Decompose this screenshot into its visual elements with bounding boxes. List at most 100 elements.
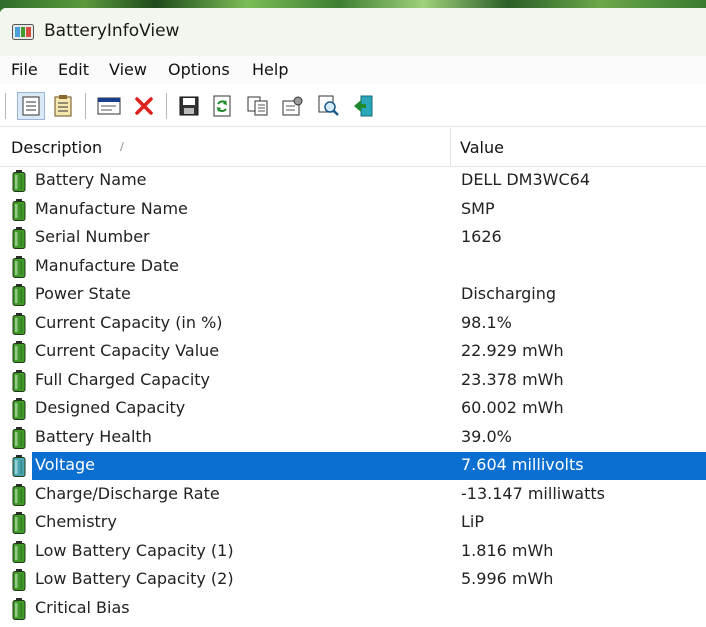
row-value: 7.604 millivolts xyxy=(461,455,584,474)
list-row[interactable]: Battery Name DELL DM3WC64 xyxy=(0,167,706,195)
battery-icon xyxy=(12,426,26,449)
row-value: 39.0% xyxy=(461,426,512,446)
list-row[interactable]: Serial Number 1626 xyxy=(0,224,706,252)
battery-icon xyxy=(12,569,26,591)
list-row[interactable]: Full Charged Capacity 23.378 mWh xyxy=(0,367,706,395)
row-value: 60.002 mWh xyxy=(461,398,564,417)
menu-options[interactable]: Options xyxy=(168,60,230,79)
list-row[interactable]: Low Battery Capacity (1) 1.816 mWh xyxy=(0,538,706,566)
menu-view[interactable]: View xyxy=(109,60,147,79)
battery-app-icon xyxy=(12,24,34,40)
copy-icon xyxy=(247,96,268,116)
toolbar-separator xyxy=(166,93,167,119)
find-button[interactable] xyxy=(315,92,343,120)
battery-icon xyxy=(12,312,26,335)
delete-button[interactable] xyxy=(130,92,158,120)
row-value: 1.816 mWh xyxy=(461,540,554,560)
battery-icon xyxy=(12,255,26,278)
row-value: 5.996 mWh xyxy=(461,569,554,588)
list-header: Description ∕ Value xyxy=(0,128,706,167)
list-row[interactable]: Designed Capacity 60.002 mWh xyxy=(0,395,706,423)
list-row[interactable]: Voltage 7.604 millivolts xyxy=(0,452,706,480)
sort-ascending-icon: ∕ xyxy=(120,140,124,153)
properties-button[interactable] xyxy=(95,92,123,120)
row-value: 1626 xyxy=(461,227,502,246)
row-value: 98.1% xyxy=(461,312,512,332)
refresh-button[interactable] xyxy=(208,92,236,120)
row-description: Designed Capacity xyxy=(35,398,186,417)
row-value: 23.378 mWh xyxy=(461,369,564,389)
battery-icon xyxy=(12,597,26,620)
list-row[interactable]: Manufacture Date xyxy=(0,253,706,281)
details-view-icon xyxy=(22,96,40,116)
row-description: Low Battery Capacity (2) xyxy=(35,569,234,588)
column-header-value[interactable]: Value xyxy=(460,138,504,157)
options-icon xyxy=(282,96,303,116)
list-row[interactable]: Battery Health 39.0% xyxy=(0,424,706,452)
toolbar xyxy=(0,84,706,127)
row-value: DELL DM3WC64 xyxy=(461,170,590,189)
column-divider[interactable] xyxy=(450,128,451,166)
list-row[interactable]: Manufacture Name SMP xyxy=(0,196,706,224)
find-icon xyxy=(318,95,339,116)
title-bar[interactable]: BatteryInfoView xyxy=(0,8,706,56)
battery-icon xyxy=(12,227,26,249)
multi-view-icon xyxy=(54,95,72,117)
list-row[interactable]: Power State Discharging xyxy=(0,281,706,309)
row-description: Battery Health xyxy=(35,426,152,446)
row-description: Current Capacity (in %) xyxy=(35,312,223,332)
battery-icon xyxy=(12,455,26,477)
refresh-icon xyxy=(213,95,231,117)
toolbar-separator xyxy=(85,93,86,119)
menu-file[interactable]: File xyxy=(11,60,38,79)
row-description: Current Capacity Value xyxy=(35,341,220,360)
row-description: Voltage xyxy=(35,455,96,474)
battery-icon xyxy=(12,341,26,363)
row-value: 22.929 mWh xyxy=(461,341,564,360)
battery-icon xyxy=(12,512,26,534)
row-value: Discharging xyxy=(461,284,557,303)
row-description: Full Charged Capacity xyxy=(35,369,211,389)
options-button[interactable] xyxy=(279,92,307,120)
list-row[interactable]: Current Capacity (in %) 98.1% xyxy=(0,310,706,338)
battery-icon xyxy=(12,398,26,420)
delete-icon xyxy=(135,97,153,115)
list-row[interactable]: Critical Bias xyxy=(0,595,706,623)
app-window: BatteryInfoView File Edit View Options H… xyxy=(0,8,706,627)
row-description: Power State xyxy=(35,284,131,303)
battery-icon xyxy=(12,198,26,221)
row-value: LiP xyxy=(461,512,485,531)
column-header-description[interactable]: Description xyxy=(11,138,102,157)
row-value: -13.147 milliwatts xyxy=(461,483,605,503)
row-description: Critical Bias xyxy=(35,597,130,617)
battery-icon xyxy=(12,369,26,392)
list-row[interactable]: Charge/Discharge Rate -13.147 milliwatts xyxy=(0,481,706,509)
menu-edit[interactable]: Edit xyxy=(58,60,89,79)
row-description: Manufacture Name xyxy=(35,198,188,218)
menu-help[interactable]: Help xyxy=(252,60,288,79)
properties-icon xyxy=(97,97,121,115)
row-description: Manufacture Date xyxy=(35,255,179,275)
window-title: BatteryInfoView xyxy=(44,21,180,41)
battery-icon xyxy=(12,483,26,506)
battery-info-list[interactable]: Description ∕ Value Battery Name DELL DM3… xyxy=(0,128,706,627)
toolbar-separator xyxy=(5,93,6,119)
battery-icon xyxy=(12,540,26,563)
row-description: Serial Number xyxy=(35,227,150,246)
exit-icon xyxy=(354,95,373,117)
save-button[interactable] xyxy=(175,92,203,120)
row-value: SMP xyxy=(461,198,495,218)
row-description: Chemistry xyxy=(35,512,117,531)
selection-highlight xyxy=(32,452,706,480)
battery-icon xyxy=(12,284,26,306)
save-icon xyxy=(179,96,199,116)
details-view-button[interactable] xyxy=(17,92,45,120)
copy-button[interactable] xyxy=(244,92,272,120)
row-description: Battery Name xyxy=(35,170,147,189)
list-row[interactable]: Chemistry LiP xyxy=(0,509,706,537)
exit-button[interactable] xyxy=(349,92,377,120)
list-row[interactable]: Current Capacity Value 22.929 mWh xyxy=(0,338,706,366)
row-description: Low Battery Capacity (1) xyxy=(35,540,234,560)
multi-view-button[interactable] xyxy=(49,92,77,120)
list-row[interactable]: Low Battery Capacity (2) 5.996 mWh xyxy=(0,566,706,594)
